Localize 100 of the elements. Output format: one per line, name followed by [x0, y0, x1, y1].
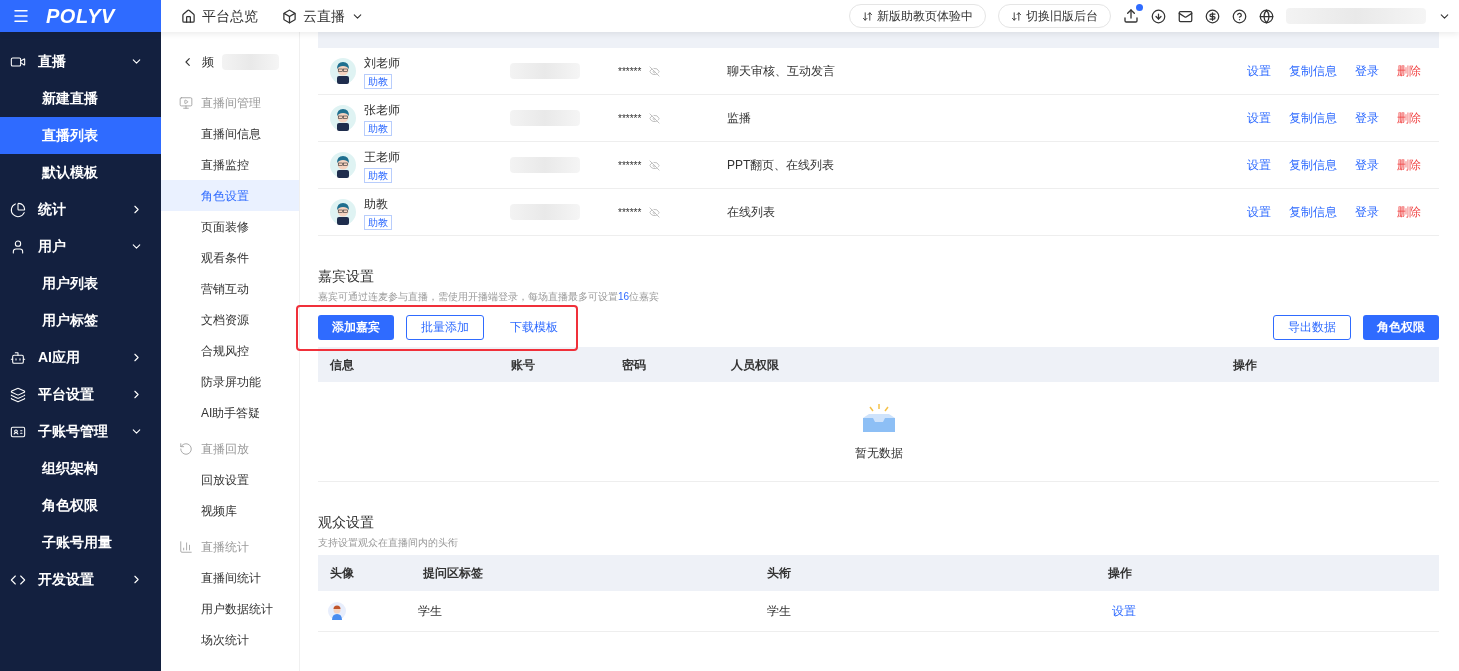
column-header: 提问区标签 — [423, 565, 484, 582]
menu-icon[interactable] — [12, 7, 30, 25]
action-link[interactable]: 复制信息 — [1289, 203, 1337, 221]
nav-item[interactable]: 直播列表 — [0, 117, 161, 154]
nav-group[interactable]: 开发设置 — [0, 561, 161, 598]
action-link[interactable]: 删除 — [1397, 109, 1421, 127]
action-link[interactable]: 登录 — [1355, 109, 1379, 127]
swap-icon — [862, 10, 873, 22]
nav-group[interactable]: AI应用 — [0, 339, 161, 376]
channel-nav-item[interactable]: 页面装修 — [161, 211, 299, 242]
channel-nav-item[interactable]: 用户数据统计 — [161, 593, 299, 624]
action-link[interactable]: 设置 — [1247, 109, 1271, 127]
swap-icon — [1011, 10, 1022, 22]
action-link[interactable]: 登录 — [1355, 156, 1379, 174]
role-tag: 助教 — [364, 73, 392, 89]
nav-group-label: 直播 — [38, 52, 66, 71]
nav-group[interactable]: 子账号管理 — [0, 413, 161, 450]
help-icon[interactable] — [1232, 8, 1247, 24]
nav-item[interactable]: 组织架构 — [0, 450, 161, 487]
action-button[interactable]: 批量添加 — [406, 314, 484, 340]
channel-nav-item[interactable]: 回放设置 — [161, 464, 299, 495]
action-link[interactable]: 设置 — [1247, 62, 1271, 80]
action-button[interactable]: 角色权限 — [1363, 314, 1439, 340]
nav-item[interactable]: 默认模板 — [0, 154, 161, 191]
column-header: 操作 — [1233, 356, 1258, 374]
top-nav-link[interactable]: 平台总览 — [181, 5, 258, 27]
action-link[interactable]: 设置 — [1247, 203, 1271, 221]
channel-nav-item[interactable]: AI助手答疑 — [161, 397, 299, 428]
nav-item[interactable]: 新建直播 — [0, 80, 161, 117]
action-button[interactable]: 导出数据 — [1273, 314, 1351, 340]
cube-icon — [282, 8, 297, 24]
channel-nav-item[interactable]: 直播间统计 — [161, 562, 299, 593]
channel-nav-item[interactable]: 场次统计 — [161, 624, 299, 655]
channel-nav-item[interactable]: 直播间信息 — [161, 118, 299, 149]
action-link[interactable]: 复制信息 — [1289, 156, 1337, 174]
channel-nav-item[interactable]: 营销互动 — [161, 273, 299, 304]
nav-item[interactable]: 用户列表 — [0, 265, 161, 302]
role-tag: 助教 — [364, 120, 392, 136]
teacher-avatar-icon — [330, 58, 356, 84]
role-tag: 助教 — [364, 167, 392, 183]
channel-nav-item[interactable]: 文档资源 — [161, 304, 299, 335]
permission-text: 在线列表 — [727, 204, 776, 221]
nav-icon — [10, 201, 26, 218]
table-cell-text: 学生 — [767, 603, 792, 620]
teacher-avatar-icon — [330, 105, 356, 131]
home-icon — [181, 8, 196, 24]
section-description: 嘉宾可通过连麦参与直播，需使用开播端登录，每场直播最多可设置16位嘉宾 — [318, 290, 661, 304]
logo: POLYV — [46, 4, 115, 29]
currency-icon[interactable] — [1205, 8, 1220, 24]
person-name: 助教 — [364, 195, 389, 213]
channel-name: 频 — [202, 54, 215, 71]
group-label: 直播统计 — [201, 539, 249, 556]
role-tag: 助教 — [364, 214, 392, 230]
column-header: 账号 — [511, 356, 536, 374]
password-mask: ****** — [618, 158, 642, 173]
action-link[interactable]: 登录 — [1355, 203, 1379, 221]
table-cell-text: 学生 — [418, 603, 443, 620]
channel-nav-item[interactable]: 防录屏功能 — [161, 366, 299, 397]
nav-icon — [10, 238, 26, 255]
permission-text: 聊天审核、互动发言 — [727, 63, 836, 80]
column-header: 头衔 — [767, 565, 792, 582]
group-icon — [179, 96, 193, 110]
action-link[interactable]: 复制信息 — [1289, 109, 1337, 127]
action-link[interactable]: 删除 — [1397, 62, 1421, 80]
channel-nav-item[interactable]: 直播监控 — [161, 149, 299, 180]
channel-nav-item[interactable]: 合规风控 — [161, 335, 299, 366]
download-icon[interactable] — [1151, 8, 1166, 24]
nav-group-label: 统计 — [38, 200, 66, 219]
permission-text: PPT翻页、在线列表 — [727, 157, 836, 174]
teacher-avatar-icon — [330, 199, 356, 225]
nav-item[interactable]: 子账号用量 — [0, 524, 161, 561]
password-mask: ****** — [618, 205, 642, 220]
upload-icon[interactable] — [1123, 8, 1139, 24]
globe-icon[interactable] — [1259, 8, 1274, 24]
channel-nav-item[interactable]: 观看条件 — [161, 242, 299, 273]
action-link[interactable]: 设置 — [1247, 156, 1271, 174]
action-button[interactable]: 添加嘉宾 — [318, 314, 394, 340]
password-mask: ****** — [618, 64, 642, 79]
action-link[interactable]: 删除 — [1397, 156, 1421, 174]
nav-item[interactable]: 用户标签 — [0, 302, 161, 339]
nav-group[interactable]: 用户 — [0, 228, 161, 265]
nav-icon — [10, 386, 26, 403]
mail-icon[interactable] — [1178, 8, 1193, 24]
nav-item[interactable]: 角色权限 — [0, 487, 161, 524]
nav-group[interactable]: 直播 — [0, 43, 161, 80]
action-link[interactable]: 删除 — [1397, 203, 1421, 221]
top-nav-link[interactable]: 云直播 — [282, 5, 364, 27]
column-header: 操作 — [1108, 565, 1133, 582]
nav-group-label: AI应用 — [38, 348, 80, 367]
action-button[interactable]: 下载模板 — [496, 314, 572, 340]
channel-nav-item[interactable]: 视频库 — [161, 495, 299, 526]
section-title: 嘉宾设置 — [318, 267, 375, 285]
group-icon — [179, 442, 193, 456]
channel-nav-item[interactable]: 角色设置 — [161, 180, 299, 211]
action-link[interactable]: 登录 — [1355, 62, 1379, 80]
action-link[interactable]: 设置 — [1112, 602, 1136, 620]
nav-group[interactable]: 统计 — [0, 191, 161, 228]
nav-group-label: 平台设置 — [38, 385, 94, 404]
nav-group[interactable]: 平台设置 — [0, 376, 161, 413]
action-link[interactable]: 复制信息 — [1289, 62, 1337, 80]
